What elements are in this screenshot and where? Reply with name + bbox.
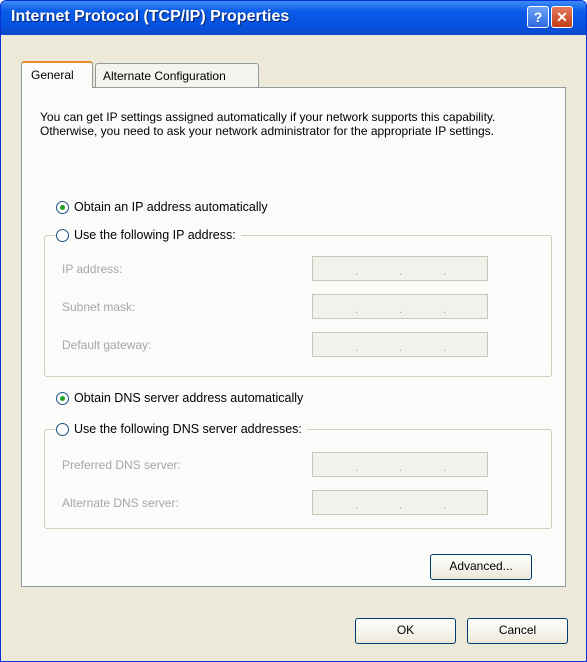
ip-address-input[interactable]: . . . [312, 256, 488, 281]
title-bar[interactable]: Internet Protocol (TCP/IP) Properties ? … [1, 1, 586, 35]
help-icon: ? [533, 9, 543, 25]
ip-separator: . [355, 498, 359, 512]
tcpip-properties-dialog: Internet Protocol (TCP/IP) Properties ? … [0, 0, 587, 662]
cancel-button[interactable]: Cancel [467, 618, 568, 644]
window-title: Internet Protocol (TCP/IP) Properties [11, 8, 290, 25]
ip-separator: . [443, 302, 447, 316]
help-button[interactable]: ? [527, 6, 549, 28]
alternate-dns-input[interactable]: . . . [312, 490, 488, 515]
obtain-ip-automatically-label: Obtain an IP address automatically [74, 200, 268, 214]
general-tab-panel: You can get IP settings assigned automat… [21, 87, 566, 587]
obtain-dns-automatically-label: Obtain DNS server address automatically [74, 391, 304, 405]
ip-address-label: IP address: [62, 262, 123, 276]
radio-indicator [56, 200, 69, 214]
tab-general[interactable]: General [21, 61, 93, 88]
use-following-dns-label: Use the following DNS server addresses: [74, 422, 302, 436]
ip-separator: . [355, 302, 359, 316]
obtain-dns-automatically-radio[interactable]: Obtain DNS server address automatically [56, 390, 303, 406]
ip-separator: . [443, 340, 447, 354]
use-following-ip-label: Use the following IP address: [74, 228, 236, 242]
close-icon: ✕ [556, 9, 568, 25]
ip-separator: . [443, 498, 447, 512]
preferred-dns-input[interactable]: . . . [312, 452, 488, 477]
preferred-dns-label: Preferred DNS server: [62, 458, 181, 472]
ip-separator: . [399, 498, 403, 512]
intro-text: You can get IP settings assigned automat… [40, 110, 496, 138]
radio-indicator [56, 228, 69, 242]
tab-alternate-configuration[interactable]: Alternate Configuration [95, 63, 259, 87]
ip-separator: . [355, 340, 359, 354]
use-following-dns-radio[interactable]: Use the following DNS server addresses: [56, 421, 307, 437]
advanced-button[interactable]: Advanced... [430, 554, 532, 580]
alternate-dns-label: Alternate DNS server: [62, 496, 179, 510]
subnet-mask-label: Subnet mask: [62, 300, 136, 314]
ip-separator: . [399, 264, 403, 278]
ip-separator: . [399, 340, 403, 354]
ip-separator: . [443, 460, 447, 474]
radio-indicator [56, 422, 69, 436]
obtain-ip-automatically-radio[interactable]: Obtain an IP address automatically [56, 199, 268, 215]
default-gateway-label: Default gateway: [62, 338, 152, 352]
ip-separator: . [399, 302, 403, 316]
subnet-mask-input[interactable]: . . . [312, 294, 488, 319]
close-button[interactable]: ✕ [551, 6, 573, 28]
ip-separator: . [355, 460, 359, 474]
ok-button[interactable]: OK [355, 618, 456, 644]
ip-separator: . [443, 264, 447, 278]
radio-indicator [56, 391, 69, 405]
default-gateway-input[interactable]: . . . [312, 332, 488, 357]
use-following-ip-radio[interactable]: Use the following IP address: [56, 227, 241, 243]
ip-separator: . [355, 264, 359, 278]
ip-separator: . [399, 460, 403, 474]
